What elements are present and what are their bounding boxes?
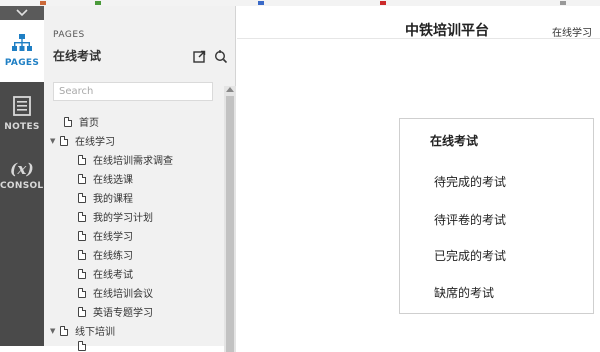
page-icon — [64, 116, 72, 127]
page-icon — [78, 230, 86, 241]
page-icon — [60, 325, 68, 336]
expand-arrow-icon[interactable]: ▼ — [50, 137, 60, 145]
page-icon — [78, 268, 86, 279]
tree-item[interactable]: 我的课程 — [78, 188, 133, 207]
tree-item-label: 在线考试 — [93, 270, 133, 281]
notes-icon — [13, 96, 31, 116]
sitemap-icon — [12, 34, 32, 51]
main-canvas: 中铁培训平台 在线学习 在线考试 待完成的考试 待评卷的考试 已完成的考试 缺席… — [237, 6, 600, 346]
favicon-red — [380, 1, 386, 5]
tree-item[interactable]: 在线选课 — [78, 169, 133, 188]
locate-page-icon[interactable] — [214, 48, 228, 64]
chevron-down-icon — [16, 9, 28, 17]
variable-x-icon: (x) — [9, 160, 35, 178]
missed-exams-link[interactable]: 缺席的考试 — [434, 284, 494, 301]
tree-item-label: 在线培训需求调查 — [93, 156, 173, 167]
search-input[interactable] — [53, 82, 213, 101]
scroll-up-arrow-icon[interactable] — [226, 87, 234, 92]
tree-item-label: 在线学习 — [93, 232, 133, 243]
tab-pages[interactable]: PAGES — [0, 20, 44, 82]
favicon-green — [95, 1, 101, 5]
panel-caption: PAGES — [53, 30, 85, 40]
site-title: 中铁培训平台 — [405, 23, 489, 39]
tab-pages-label: PAGES — [4, 58, 40, 68]
scroll-thumb[interactable] — [226, 96, 234, 352]
tree-item-label: 在线学习 — [75, 137, 115, 148]
expand-arrow-icon[interactable]: ▼ — [50, 327, 60, 335]
tree-item-home[interactable]: 首页 — [54, 112, 99, 131]
page-icon — [78, 211, 86, 222]
tree-item-label: 在线选课 — [93, 175, 133, 186]
page-icon — [78, 249, 86, 260]
open-external-icon[interactable] — [193, 48, 206, 63]
pending-exams-link[interactable]: 待完成的考试 — [434, 173, 506, 190]
page-icon — [78, 306, 86, 317]
tree-item[interactable]: 在线培训会议 — [78, 283, 153, 302]
tab-console-label: CONSOLE — [0, 181, 50, 191]
page-header: 中铁培训平台 在线学习 — [237, 6, 600, 39]
tree-scrollbar[interactable] — [224, 86, 236, 352]
exam-menu-card: 在线考试 待完成的考试 待评卷的考试 已完成的考试 缺席的考试 — [399, 118, 594, 314]
page-icon — [78, 173, 86, 184]
tree-item[interactable]: 在线练习 — [78, 245, 133, 264]
awaiting-grading-exams-link[interactable]: 待评卷的考试 — [434, 211, 506, 228]
tree-item-partial[interactable] — [78, 340, 93, 352]
tree-item[interactable]: 英语专题学习 — [78, 302, 153, 321]
page-icon — [78, 154, 86, 165]
tree-item-label: 首页 — [79, 118, 99, 129]
favicon-blue — [258, 1, 264, 5]
page-icon — [78, 287, 86, 298]
left-rail: PAGES NOTES (x) CONSOLE — [0, 6, 50, 346]
panel-actions — [193, 48, 228, 64]
tree-item-online-learning[interactable]: ▼ 在线学习 — [50, 131, 115, 150]
tree-item[interactable]: 在线学习 — [78, 226, 133, 245]
completed-exams-link[interactable]: 已完成的考试 — [434, 247, 506, 264]
tree-item[interactable]: 我的学习计划 — [78, 207, 153, 226]
tree-item-offline-training[interactable]: ▼ 线下培训 — [50, 321, 115, 340]
favicon-orange — [40, 1, 46, 5]
tree-item-label: 英语专题学习 — [93, 308, 153, 319]
page-icon — [78, 341, 86, 351]
tree-item-label: 我的学习计划 — [93, 213, 153, 224]
nav-link-online-learning[interactable]: 在线学习 — [552, 24, 592, 39]
tree-item-label: 在线培训会议 — [93, 289, 153, 300]
page-icon — [78, 192, 86, 203]
collapse-rail-button[interactable] — [0, 6, 44, 20]
card-title: 在线考试 — [430, 134, 479, 148]
tree-item[interactable]: 在线培训需求调查 — [78, 150, 173, 169]
tab-console[interactable]: (x) CONSOLE — [0, 160, 50, 204]
panel-title: 在线考试 — [53, 49, 102, 63]
tree-item-label: 我的课程 — [93, 194, 133, 205]
tree-item-label: 线下培训 — [75, 327, 115, 338]
tab-notes[interactable]: NOTES — [0, 96, 44, 146]
favicon-grey — [560, 1, 566, 5]
tree-item-label: 在线练习 — [93, 251, 133, 262]
tab-notes-label: NOTES — [4, 122, 40, 132]
tree-item[interactable]: 在线考试 — [78, 264, 133, 283]
pages-panel: PAGES 在线考试 首页 ▼ 在线学习 — [44, 6, 236, 352]
page-icon — [60, 135, 68, 146]
